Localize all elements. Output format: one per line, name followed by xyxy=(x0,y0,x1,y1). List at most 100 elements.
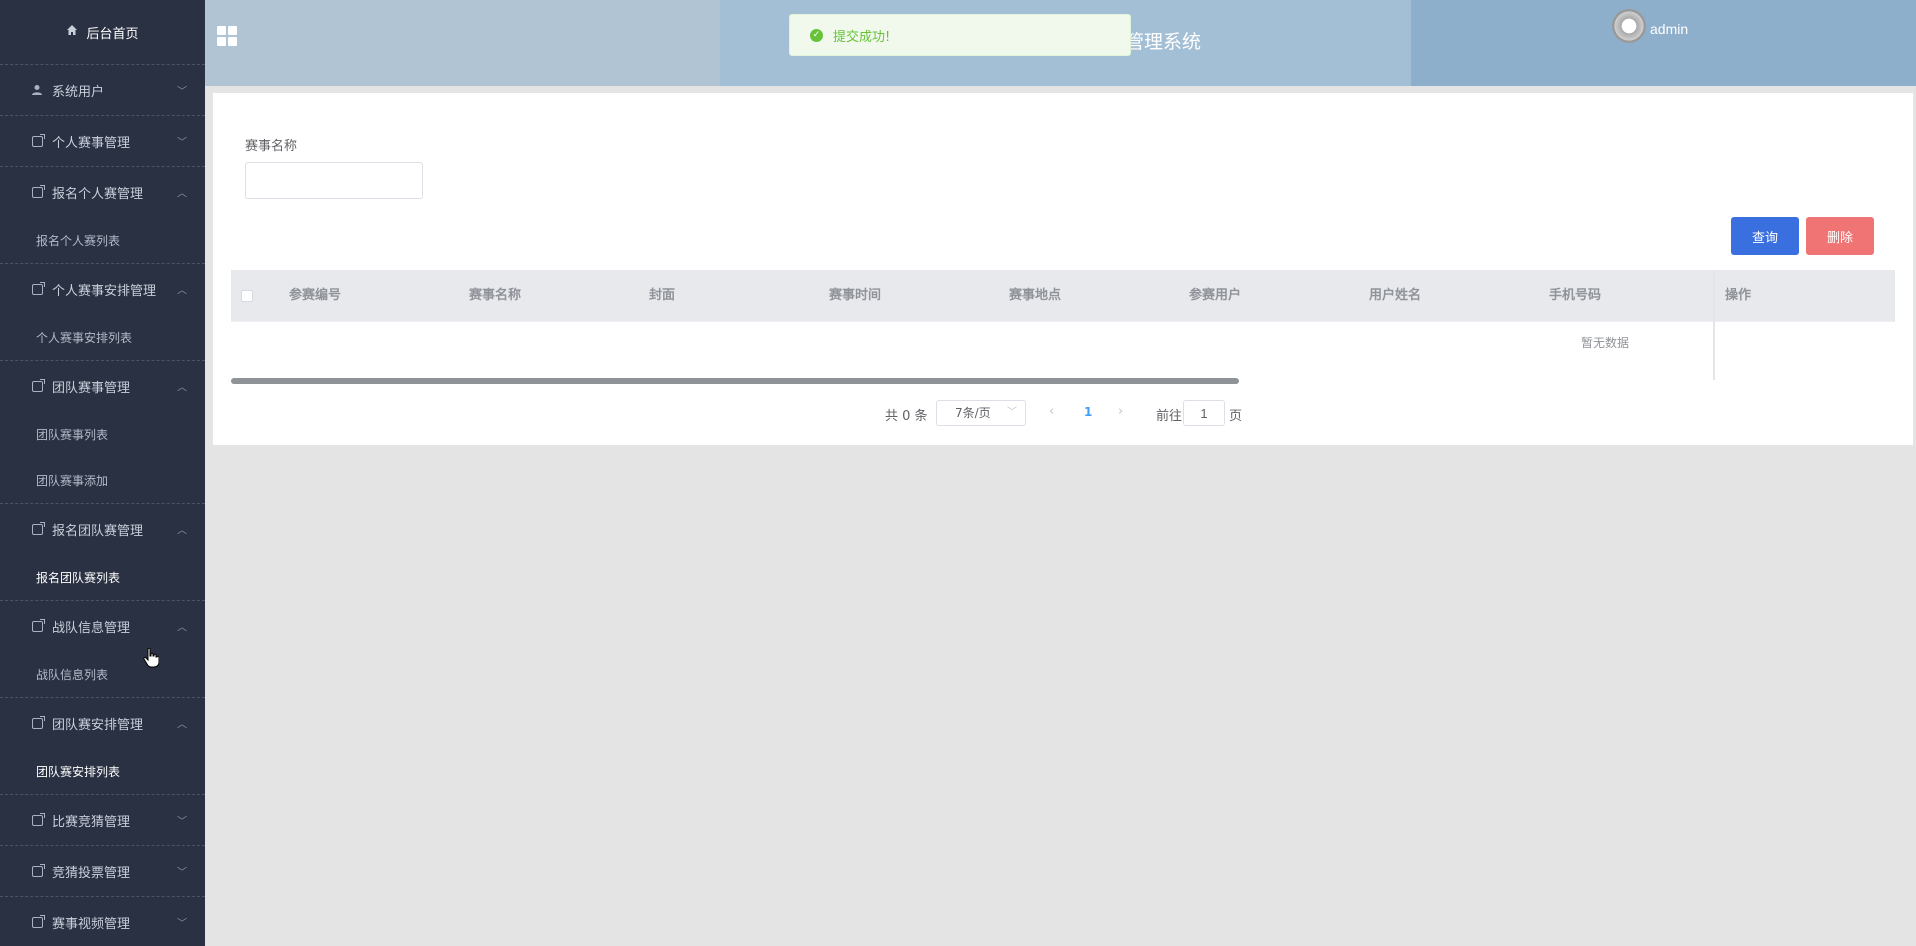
chevron-up-icon: ︿ xyxy=(177,622,187,634)
chevron-up-icon: ︿ xyxy=(177,719,187,731)
pagination-total: 共 0 条 xyxy=(885,409,928,424)
page-suffix: 页 xyxy=(1229,409,1243,424)
data-table: 参赛编号 赛事名称 封面 赛事时间 赛事地点 参赛用户 用户姓名 手机号码 操作… xyxy=(231,270,1895,384)
chevron-up-icon: ︿ xyxy=(177,188,187,200)
sidebar-home[interactable]: 后台首页 xyxy=(0,0,205,64)
sidebar-group: 报名个人赛管理 ︿ 报名个人赛列表 xyxy=(0,166,205,263)
page-number[interactable]: 1 xyxy=(1084,405,1092,419)
sidebar-group: 团队赛事管理 ︿ 团队赛事列表 团队赛事添加 xyxy=(0,360,205,503)
column-header[interactable]: 参赛编号 xyxy=(289,270,341,322)
document-icon xyxy=(30,715,45,729)
sidebar-subitem[interactable]: 团队赛安排列表 xyxy=(0,748,205,794)
sidebar-group-header[interactable]: 报名团队赛管理 ︿ xyxy=(0,504,205,554)
sidebar-menu: 系统用户 ﹀ 个人赛事管理 ﹀ 报名个人赛管理 ︿ 报名个人赛列表 个人赛事安排管理 ︿ 个人赛事… xyxy=(0,64,205,946)
toast-message: 提交成功! xyxy=(833,29,891,45)
sidebar-home-label: 后台首页 xyxy=(86,26,139,42)
sidebar-group: 报名团队赛管理 ︿ 报名团队赛列表 xyxy=(0,503,205,600)
home-icon xyxy=(66,24,78,40)
column-header[interactable]: 封面 xyxy=(649,270,675,322)
page-size-value: 7条/页 xyxy=(955,406,991,420)
pagination: 共 0 条 7条/页 ﹀ ‹ 1 › 前往 页 xyxy=(213,398,1913,428)
grid-menu-icon[interactable] xyxy=(217,26,237,46)
chevron-down-icon: ﹀ xyxy=(177,867,187,879)
hand-cursor-icon xyxy=(143,647,160,673)
sidebar-group-label: 比赛竞猜管理 xyxy=(52,814,131,830)
sidebar-subitem[interactable]: 报名团队赛列表 xyxy=(0,554,205,600)
sidebar-group-label: 战队信息管理 xyxy=(52,620,131,636)
sidebar-group-header[interactable]: 报名个人赛管理 ︿ xyxy=(0,167,205,217)
delete-button[interactable]: 删除 xyxy=(1806,217,1874,255)
goto-label: 前往 xyxy=(1156,409,1183,424)
sidebar-group-label: 系统用户 xyxy=(52,84,105,100)
goto-page-input[interactable] xyxy=(1183,400,1225,426)
sidebar-group-header[interactable]: 系统用户 ﹀ xyxy=(0,65,205,115)
sidebar-group: 竞猜投票管理 ﹀ xyxy=(0,845,205,896)
sidebar-group: 团队赛安排管理 ︿ 团队赛安排列表 xyxy=(0,697,205,794)
system-title: 管理系统 xyxy=(1125,31,1202,53)
sidebar-group: 比赛竞猜管理 ﹀ xyxy=(0,794,205,845)
avatar[interactable] xyxy=(1612,9,1646,43)
sidebar-group-label: 个人赛事管理 xyxy=(52,135,131,151)
sidebar-group-header[interactable]: 比赛竞猜管理 ﹀ xyxy=(0,795,205,845)
chevron-up-icon: ︿ xyxy=(177,382,187,394)
header-segment-left xyxy=(205,0,720,86)
sidebar-group-header[interactable]: 团队赛事管理 ︿ xyxy=(0,361,205,411)
user-icon xyxy=(30,84,44,96)
page-size-select[interactable]: 7条/页 ﹀ xyxy=(936,400,1026,426)
next-page-icon[interactable]: › xyxy=(1118,404,1123,419)
sidebar-group-header[interactable]: 竞猜投票管理 ﹀ xyxy=(0,846,205,896)
query-button[interactable]: 查询 xyxy=(1731,217,1799,255)
sidebar-group-header[interactable]: 个人赛事管理 ﹀ xyxy=(0,116,205,166)
document-icon xyxy=(30,521,45,535)
chevron-up-icon: ︿ xyxy=(177,525,187,537)
sidebar-subitem[interactable]: 团队赛事添加 xyxy=(0,457,205,503)
sidebar-group-header[interactable]: 个人赛事安排管理 ︿ xyxy=(0,264,205,314)
sidebar-group: 个人赛事管理 ﹀ xyxy=(0,115,205,166)
sidebar: 后台首页 系统用户 ﹀ 个人赛事管理 ﹀ 报名个人赛管理 ︿ 报名个人赛列表 个人赛事安排管理… xyxy=(0,0,205,946)
document-icon xyxy=(30,863,45,877)
document-icon xyxy=(30,812,45,826)
sidebar-group-header[interactable]: 团队赛安排管理 ︿ xyxy=(0,698,205,748)
sidebar-group-label: 报名个人赛管理 xyxy=(52,186,144,202)
chevron-down-icon: ﹀ xyxy=(1007,407,1017,418)
sidebar-subitem[interactable]: 个人赛事安排列表 xyxy=(0,314,205,360)
chevron-down-icon: ﹀ xyxy=(177,918,187,930)
sidebar-subitem[interactable]: 战队信息列表 xyxy=(0,651,205,697)
actions-column xyxy=(1713,270,1895,380)
sidebar-group-label: 个人赛事安排管理 xyxy=(52,283,157,299)
horizontal-scrollbar[interactable] xyxy=(231,378,1239,384)
sidebar-group-header[interactable]: 战队信息管理 ︿ xyxy=(0,601,205,651)
document-icon xyxy=(30,133,45,147)
sidebar-group: 系统用户 ﹀ xyxy=(0,64,205,115)
document-icon xyxy=(30,914,45,928)
sidebar-group-header[interactable]: 赛事视频管理 ﹀ xyxy=(0,897,205,946)
sidebar-group-label: 竞猜投票管理 xyxy=(52,865,131,881)
column-header[interactable]: 参赛用户 xyxy=(1189,270,1241,322)
search-input[interactable] xyxy=(245,162,423,199)
sidebar-group: 战队信息管理 ︿ 战队信息列表 xyxy=(0,600,205,697)
check-circle-icon: ✓ xyxy=(810,28,823,42)
document-icon xyxy=(30,281,45,295)
column-header[interactable]: 手机号码 xyxy=(1549,270,1601,322)
document-icon xyxy=(30,184,45,198)
empty-text: 暂无数据 xyxy=(1581,336,1630,350)
column-header[interactable]: 赛事名称 xyxy=(469,270,521,322)
select-all-checkbox[interactable] xyxy=(241,290,253,302)
sidebar-group: 个人赛事安排管理 ︿ 个人赛事安排列表 xyxy=(0,263,205,360)
document-icon xyxy=(30,378,45,392)
prev-page-icon[interactable]: ‹ xyxy=(1049,404,1054,419)
column-header[interactable]: 用户姓名 xyxy=(1369,270,1421,322)
sidebar-subitem[interactable]: 团队赛事列表 xyxy=(0,411,205,457)
chevron-up-icon: ︿ xyxy=(177,285,187,297)
chevron-down-icon: ﹀ xyxy=(177,137,187,149)
search-label: 赛事名称 xyxy=(245,139,298,154)
sidebar-group-label: 报名团队赛管理 xyxy=(52,523,144,539)
column-header[interactable]: 赛事地点 xyxy=(1009,270,1061,322)
column-header[interactable]: 赛事时间 xyxy=(829,270,881,322)
sidebar-subitem[interactable]: 报名个人赛列表 xyxy=(0,217,205,263)
sidebar-group-label: 团队赛安排管理 xyxy=(52,717,144,733)
username-label[interactable]: admin xyxy=(1650,21,1688,37)
chevron-down-icon: ﹀ xyxy=(177,816,187,828)
document-icon xyxy=(30,618,45,632)
success-toast: ✓ 提交成功! xyxy=(789,14,1131,56)
